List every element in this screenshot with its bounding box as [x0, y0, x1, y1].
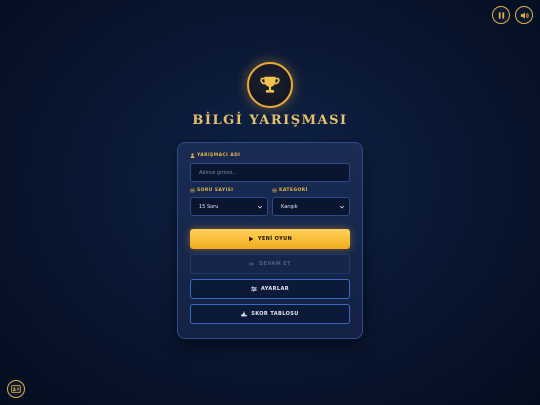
settings-button[interactable]: AYARLAR: [190, 279, 350, 299]
volume-icon: [520, 11, 529, 19]
page-title: BİLGİ YARIŞMASI: [192, 113, 348, 128]
sound-button[interactable]: [515, 6, 533, 24]
profile-card-button[interactable]: [7, 380, 25, 398]
scoreboard-button[interactable]: SKOR TABLOSU: [190, 304, 350, 324]
sliders-icon: [251, 286, 257, 292]
chevron-down-icon: [257, 205, 263, 208]
podium-icon: [241, 311, 247, 317]
category-label: KATEGORİ: [272, 188, 308, 193]
id-card-icon: [11, 385, 21, 393]
game-setup-card: YARIŞMACI ADI Adınızı giriniz... SORU SA…: [177, 142, 363, 339]
question-count-select[interactable]: 15 Soru: [190, 197, 268, 216]
list-icon: [272, 188, 277, 193]
list-icon: [190, 188, 195, 193]
pause-button[interactable]: [492, 6, 510, 24]
name-label: YARIŞMACI ADI: [190, 153, 240, 158]
player-name-input[interactable]: Adınızı giriniz...: [190, 163, 350, 182]
question-count-label: SORU SAYISI: [190, 188, 233, 193]
trophy-icon: [260, 76, 280, 93]
play-icon: [249, 236, 254, 242]
category-select[interactable]: Karışık: [272, 197, 350, 216]
chevron-down-icon: [339, 205, 345, 208]
user-icon: [190, 153, 195, 158]
trophy-logo: [247, 62, 293, 108]
new-game-button[interactable]: YENİ OYUN: [190, 229, 350, 249]
fast-forward-icon: [249, 262, 255, 266]
pause-icon: [498, 11, 504, 19]
continue-button[interactable]: DEVAM ET: [190, 254, 350, 274]
